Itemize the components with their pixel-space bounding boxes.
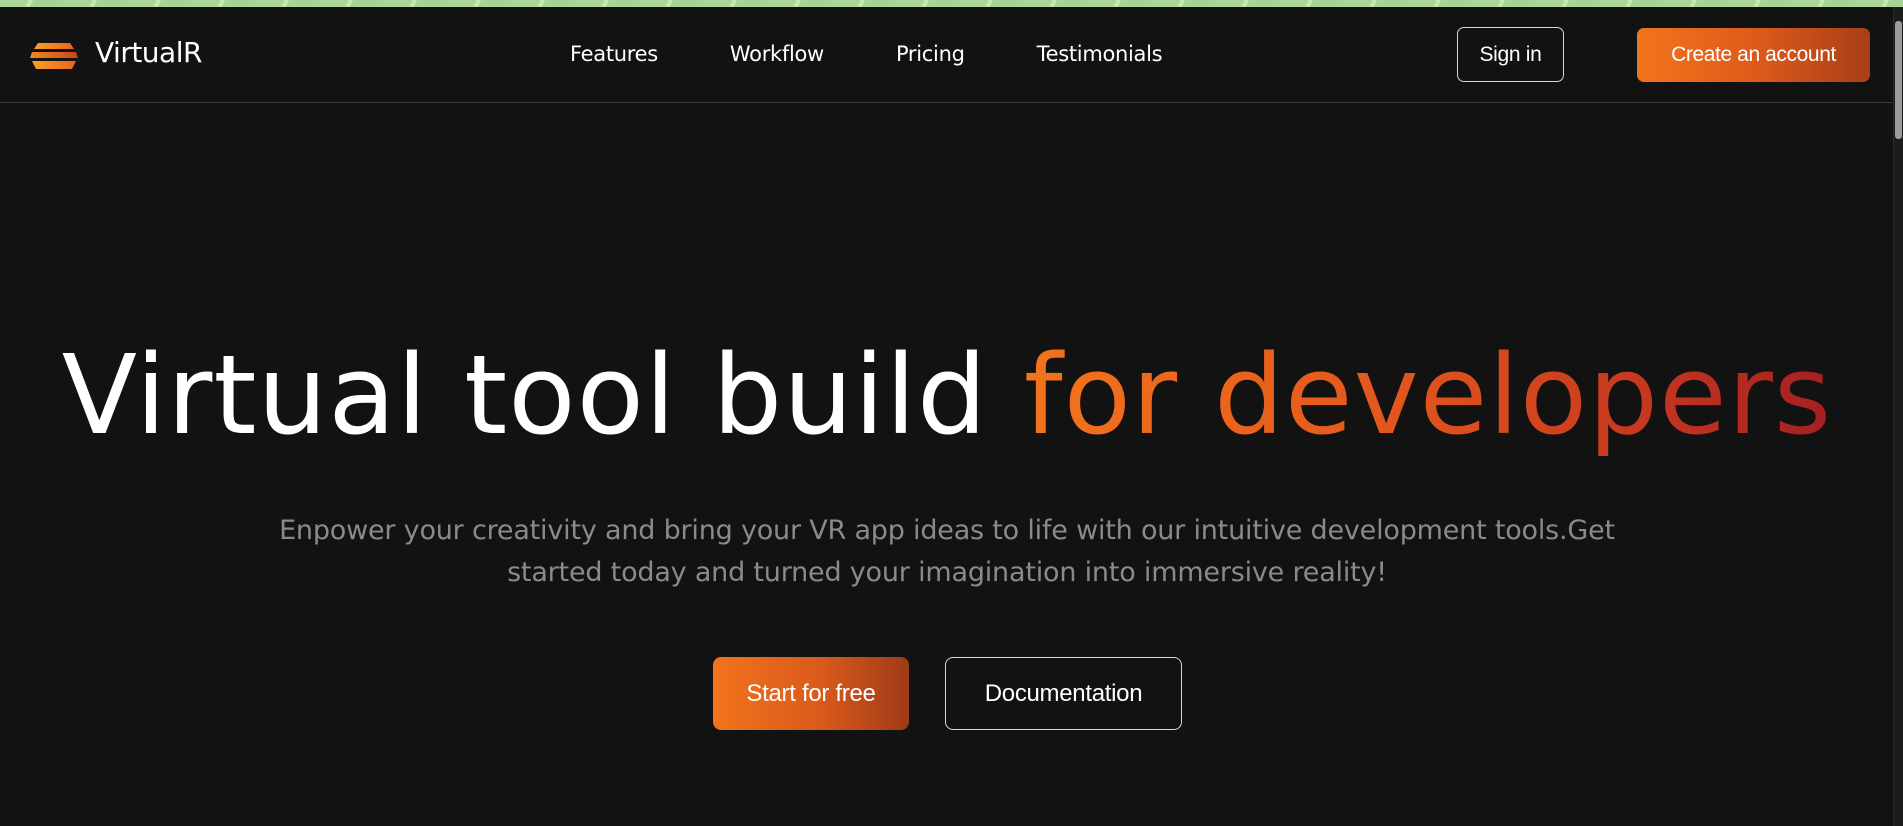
hero-title-plain: Virtual tool build (61, 331, 1024, 459)
create-account-button[interactable]: Create an account (1637, 28, 1870, 82)
scrollbar-thumb[interactable] (1895, 21, 1902, 139)
brand-name[interactable]: VirtualR (95, 36, 202, 69)
nav-link-pricing[interactable]: Pricing (896, 42, 965, 66)
nav-link-testimonials[interactable]: Testimonials (1037, 42, 1163, 66)
navbar: VirtualR Features Workflow Pricing Testi… (0, 7, 1894, 103)
hero-title: Virtual tool build for developers (0, 330, 1894, 460)
nav-link-workflow[interactable]: Workflow (730, 42, 824, 66)
scrollbar[interactable] (1893, 7, 1903, 826)
start-for-free-button[interactable]: Start for free (713, 657, 909, 730)
hero-subtitle: Enpower your creativity and bring your V… (279, 515, 1615, 588)
logo-icon (30, 43, 78, 69)
nav-link-features[interactable]: Features (570, 42, 658, 66)
browser-top-strip (0, 0, 1903, 7)
sign-in-button[interactable]: Sign in (1457, 27, 1564, 82)
documentation-button[interactable]: Documentation (945, 657, 1182, 730)
hero-title-accent: for developers (1023, 331, 1833, 459)
nav-links: Features Workflow Pricing Testimonials (570, 42, 1234, 66)
